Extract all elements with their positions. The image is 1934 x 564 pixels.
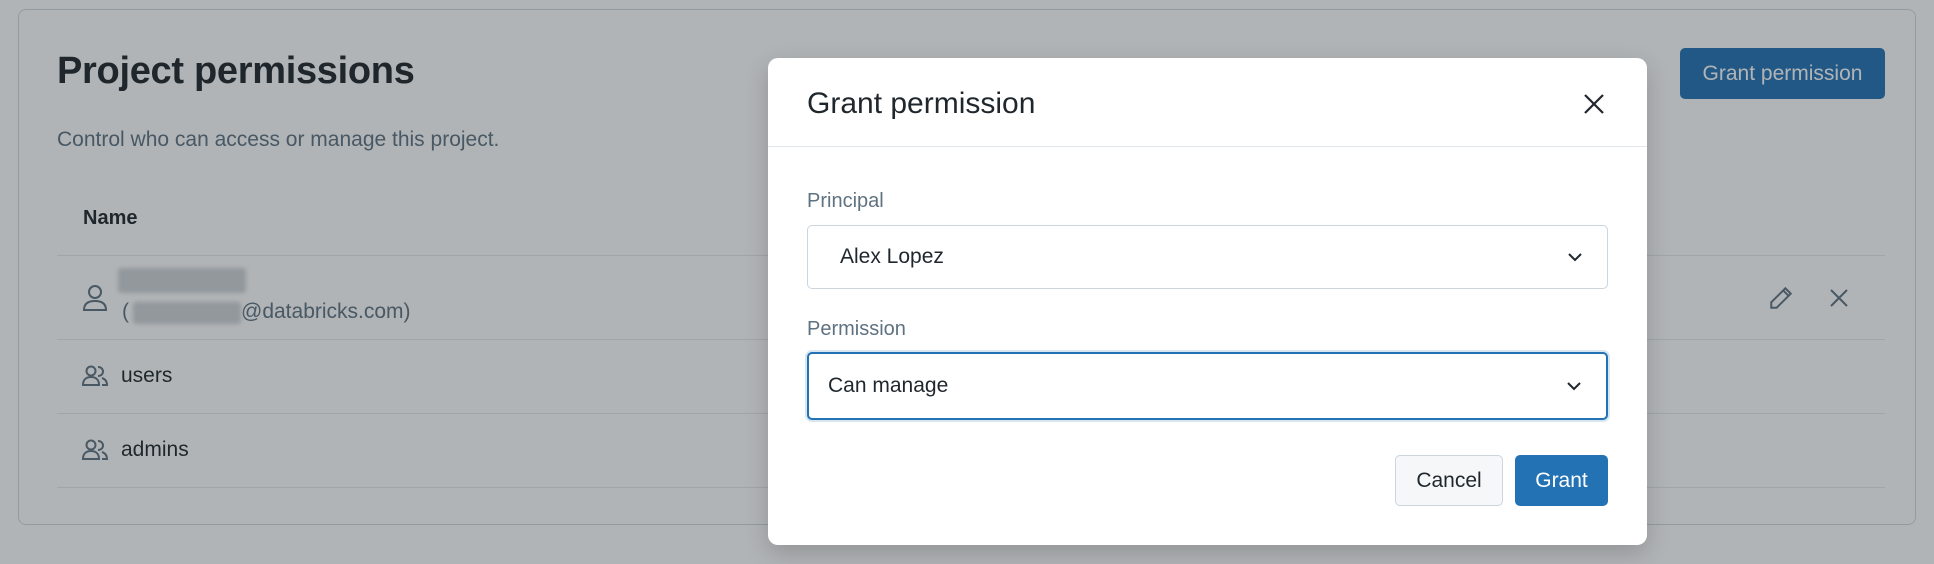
permission-value: Can manage — [828, 374, 949, 397]
permission-select[interactable]: Can manage — [807, 352, 1608, 420]
principal-select[interactable]: Alex Lopez — [807, 225, 1608, 289]
principal-value: Alex Lopez — [840, 245, 944, 268]
chevron-down-icon — [1566, 381, 1582, 391]
grant-button[interactable]: Grant — [1515, 455, 1608, 506]
permission-label: Permission — [807, 318, 906, 340]
cancel-button[interactable]: Cancel — [1395, 455, 1503, 506]
dialog-divider — [768, 146, 1647, 147]
chevron-down-icon — [1567, 252, 1583, 262]
close-icon[interactable] — [1578, 88, 1610, 120]
grant-permission-dialog: Grant permission Principal Alex Lopez Pe… — [768, 58, 1647, 545]
dialog-title: Grant permission — [807, 87, 1036, 120]
principal-label: Principal — [807, 190, 884, 212]
